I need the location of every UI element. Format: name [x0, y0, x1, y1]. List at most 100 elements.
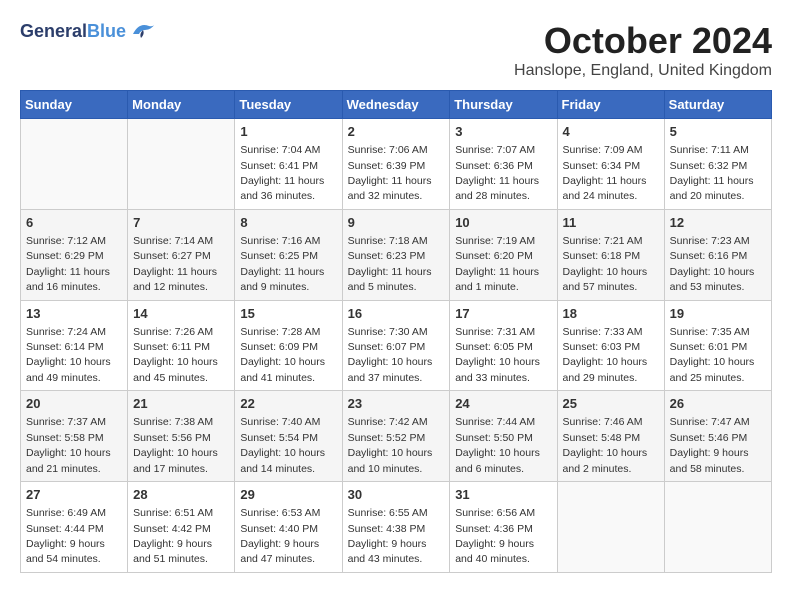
day-number: 18: [563, 305, 659, 323]
day-number: 27: [26, 486, 122, 504]
day-cell: 24Sunrise: 7:44 AM Sunset: 5:50 PM Dayli…: [450, 391, 557, 482]
day-cell: 22 Sunrise: 7:40 AM Sunset: 5:54 PM Dayli…: [235, 391, 342, 482]
week-row-1: 1 Sunrise: 7:04 AM Sunset: 6:41 PM Daylig…: [21, 119, 772, 210]
day-info: Sunrise: 6:49 AM Sunset: 4:44 PM Dayligh…: [26, 507, 106, 565]
day-info: Sunrise: 7:11 AM Sunset: 6:32 PM Dayligh…: [670, 144, 754, 202]
day-number: 31: [455, 486, 551, 504]
day-number: 10: [455, 214, 551, 232]
day-cell: 26Sunrise: 7:47 AM Sunset: 5:46 PM Dayli…: [664, 391, 771, 482]
logo: GeneralBlue: [20, 20, 157, 42]
day-number: 5: [670, 123, 766, 141]
col-header-thursday: Thursday: [450, 91, 557, 119]
day-number: 11: [563, 214, 659, 232]
day-cell: 20 Sunrise: 7:37 AM Sunset: 5:58 PM Dayli…: [21, 391, 128, 482]
week-row-3: 13Sunrise: 7:24 AM Sunset: 6:14 PM Dayli…: [21, 300, 772, 391]
day-info: Sunrise: 6:56 AM Sunset: 4:36 PM Dayligh…: [455, 507, 535, 565]
day-number: 16: [348, 305, 445, 323]
week-row-4: 20 Sunrise: 7:37 AM Sunset: 5:58 PM Dayli…: [21, 391, 772, 482]
day-info: Sunrise: 6:55 AM Sunset: 4:38 PM Dayligh…: [348, 507, 428, 565]
day-cell: 15 Sunrise: 7:28 AM Sunset: 6:09 PM Dayli…: [235, 300, 342, 391]
day-number: 17: [455, 305, 551, 323]
day-number: 19: [670, 305, 766, 323]
day-number: 29: [240, 486, 336, 504]
day-info: Sunrise: 7:06 AM Sunset: 6:39 PM Dayligh…: [348, 144, 432, 202]
day-number: 2: [348, 123, 445, 141]
logo-blue: Blue: [87, 21, 126, 41]
day-number: 7: [133, 214, 229, 232]
day-info: Sunrise: 7:14 AM Sunset: 6:27 PM Dayligh…: [133, 235, 217, 293]
day-number: 21: [133, 395, 229, 413]
day-cell: 29 Sunrise: 6:53 AM Sunset: 4:40 PM Dayli…: [235, 482, 342, 573]
day-number: 4: [563, 123, 659, 141]
day-info: Sunrise: 7:37 AM Sunset: 5:58 PM Dayligh…: [26, 416, 111, 474]
day-cell: 13Sunrise: 7:24 AM Sunset: 6:14 PM Dayli…: [21, 300, 128, 391]
location-title: Hanslope, England, United Kingdom: [514, 62, 772, 80]
day-info: Sunrise: 7:40 AM Sunset: 5:54 PM Dayligh…: [240, 416, 325, 474]
day-info: Sunrise: 7:16 AM Sunset: 6:25 PM Dayligh…: [240, 235, 324, 293]
day-number: 8: [240, 214, 336, 232]
day-number: 9: [348, 214, 445, 232]
day-info: Sunrise: 7:31 AM Sunset: 6:05 PM Dayligh…: [455, 326, 540, 384]
day-info: Sunrise: 7:19 AM Sunset: 6:20 PM Dayligh…: [455, 235, 539, 293]
day-number: 15: [240, 305, 336, 323]
day-cell: 18 Sunrise: 7:33 AM Sunset: 6:03 PM Dayli…: [557, 300, 664, 391]
col-header-sunday: Sunday: [21, 91, 128, 119]
day-info: Sunrise: 6:53 AM Sunset: 4:40 PM Dayligh…: [240, 507, 320, 565]
day-number: 14: [133, 305, 229, 323]
day-cell: 21 Sunrise: 7:38 AM Sunset: 5:56 PM Dayli…: [128, 391, 235, 482]
col-header-friday: Friday: [557, 91, 664, 119]
day-info: Sunrise: 7:38 AM Sunset: 5:56 PM Dayligh…: [133, 416, 218, 474]
day-number: 22: [240, 395, 336, 413]
col-header-wednesday: Wednesday: [342, 91, 450, 119]
day-cell: 4 Sunrise: 7:09 AM Sunset: 6:34 PM Daylig…: [557, 119, 664, 210]
day-cell: 23Sunrise: 7:42 AM Sunset: 5:52 PM Dayli…: [342, 391, 450, 482]
day-info: Sunrise: 7:12 AM Sunset: 6:29 PM Dayligh…: [26, 235, 110, 293]
header: GeneralBlue October 2024 Hanslope, Engla…: [20, 20, 772, 80]
day-number: 13: [26, 305, 122, 323]
day-cell: 9Sunrise: 7:18 AM Sunset: 6:23 PM Daylig…: [342, 209, 450, 300]
day-cell: 12Sunrise: 7:23 AM Sunset: 6:16 PM Dayli…: [664, 209, 771, 300]
day-cell: [557, 482, 664, 573]
header-row: SundayMondayTuesdayWednesdayThursdayFrid…: [21, 91, 772, 119]
day-cell: [21, 119, 128, 210]
day-info: Sunrise: 7:46 AM Sunset: 5:48 PM Dayligh…: [563, 416, 648, 474]
day-cell: 1 Sunrise: 7:04 AM Sunset: 6:41 PM Daylig…: [235, 119, 342, 210]
day-cell: 10 Sunrise: 7:19 AM Sunset: 6:20 PM Dayli…: [450, 209, 557, 300]
day-cell: 28 Sunrise: 6:51 AM Sunset: 4:42 PM Dayli…: [128, 482, 235, 573]
day-cell: 30 Sunrise: 6:55 AM Sunset: 4:38 PM Dayli…: [342, 482, 450, 573]
day-number: 30: [348, 486, 445, 504]
day-cell: 25Sunrise: 7:46 AM Sunset: 5:48 PM Dayli…: [557, 391, 664, 482]
day-number: 1: [240, 123, 336, 141]
day-cell: 11 Sunrise: 7:21 AM Sunset: 6:18 PM Dayli…: [557, 209, 664, 300]
day-cell: 16 Sunrise: 7:30 AM Sunset: 6:07 PM Dayli…: [342, 300, 450, 391]
calendar-table: SundayMondayTuesdayWednesdayThursdayFrid…: [20, 90, 772, 573]
day-info: Sunrise: 7:21 AM Sunset: 6:18 PM Dayligh…: [563, 235, 648, 293]
day-number: 20: [26, 395, 122, 413]
day-info: Sunrise: 7:04 AM Sunset: 6:41 PM Dayligh…: [240, 144, 324, 202]
day-info: Sunrise: 6:51 AM Sunset: 4:42 PM Dayligh…: [133, 507, 213, 565]
day-info: Sunrise: 7:30 AM Sunset: 6:07 PM Dayligh…: [348, 326, 433, 384]
col-header-tuesday: Tuesday: [235, 91, 342, 119]
day-cell: 17 Sunrise: 7:31 AM Sunset: 6:05 PM Dayli…: [450, 300, 557, 391]
day-cell: 27 Sunrise: 6:49 AM Sunset: 4:44 PM Dayli…: [21, 482, 128, 573]
day-info: Sunrise: 7:28 AM Sunset: 6:09 PM Dayligh…: [240, 326, 325, 384]
day-cell: 3Sunrise: 7:07 AM Sunset: 6:36 PM Daylig…: [450, 119, 557, 210]
day-cell: [128, 119, 235, 210]
day-info: Sunrise: 7:42 AM Sunset: 5:52 PM Dayligh…: [348, 416, 433, 474]
day-info: Sunrise: 7:33 AM Sunset: 6:03 PM Dayligh…: [563, 326, 648, 384]
day-info: Sunrise: 7:09 AM Sunset: 6:34 PM Dayligh…: [563, 144, 647, 202]
day-cell: 31 Sunrise: 6:56 AM Sunset: 4:36 PM Dayli…: [450, 482, 557, 573]
col-header-saturday: Saturday: [664, 91, 771, 119]
day-number: 28: [133, 486, 229, 504]
day-cell: [664, 482, 771, 573]
day-info: Sunrise: 7:23 AM Sunset: 6:16 PM Dayligh…: [670, 235, 755, 293]
day-cell: 14Sunrise: 7:26 AM Sunset: 6:11 PM Dayli…: [128, 300, 235, 391]
col-header-monday: Monday: [128, 91, 235, 119]
day-cell: 8 Sunrise: 7:16 AM Sunset: 6:25 PM Daylig…: [235, 209, 342, 300]
day-info: Sunrise: 7:44 AM Sunset: 5:50 PM Dayligh…: [455, 416, 540, 474]
day-number: 6: [26, 214, 122, 232]
week-row-2: 6 Sunrise: 7:12 AM Sunset: 6:29 PM Daylig…: [21, 209, 772, 300]
day-cell: 7 Sunrise: 7:14 AM Sunset: 6:27 PM Daylig…: [128, 209, 235, 300]
logo-text: GeneralBlue: [20, 21, 126, 42]
day-info: Sunrise: 7:35 AM Sunset: 6:01 PM Dayligh…: [670, 326, 755, 384]
